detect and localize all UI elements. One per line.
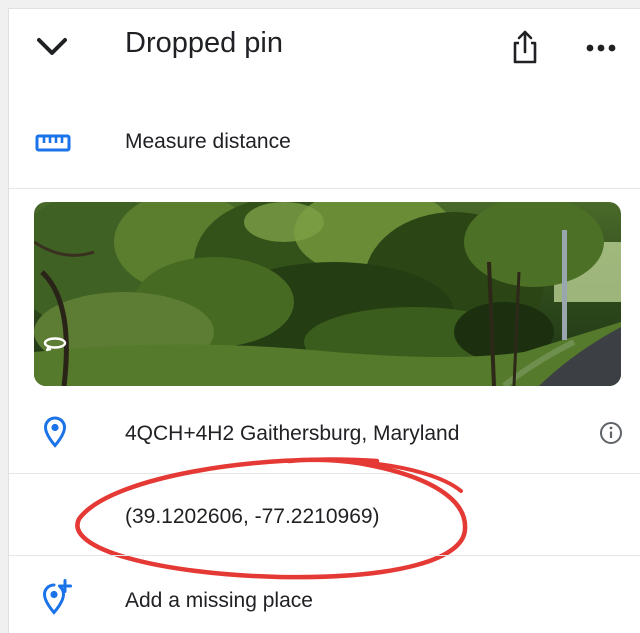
place-details-panel: Dropped pin Measure distance 4QCH+4H2 Ga… xyxy=(8,8,640,633)
add-location-icon xyxy=(42,579,72,615)
divider xyxy=(9,188,640,189)
more-options-button[interactable] xyxy=(581,33,621,63)
ruler-icon xyxy=(35,134,71,152)
plus-code-address: 4QCH+4H2 Gaithersburg, Maryland xyxy=(125,422,460,445)
info-button[interactable] xyxy=(595,417,627,449)
chevron-down-icon xyxy=(37,38,67,55)
street-view-scene xyxy=(34,202,621,386)
measure-distance-row[interactable]: Measure distance xyxy=(9,109,640,181)
street-view-rotate-icon xyxy=(43,337,67,352)
share-icon xyxy=(513,30,537,64)
location-pin-icon xyxy=(43,416,67,448)
street-view-image[interactable] xyxy=(34,202,621,386)
share-button[interactable] xyxy=(505,25,545,69)
divider xyxy=(9,555,640,556)
page-title: Dropped pin xyxy=(125,27,283,59)
info-icon xyxy=(600,422,622,444)
add-missing-place-label: Add a missing place xyxy=(125,589,313,612)
measure-distance-label: Measure distance xyxy=(125,130,291,153)
collapse-button[interactable] xyxy=(27,29,77,65)
add-missing-place-row[interactable]: Add a missing place xyxy=(9,565,640,633)
more-horizontal-icon xyxy=(586,44,616,52)
